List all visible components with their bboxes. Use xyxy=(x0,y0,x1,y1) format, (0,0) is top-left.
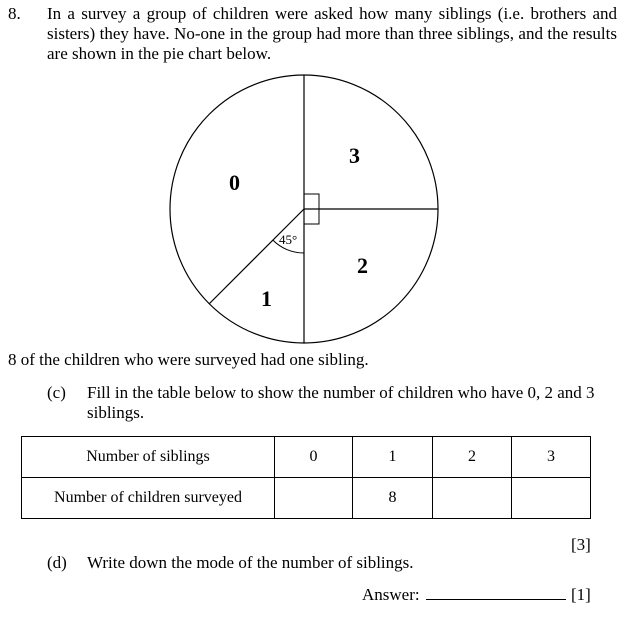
slice-label-2: 2 xyxy=(357,253,368,278)
slice-label-0: 0 xyxy=(229,170,240,195)
slice-label-1: 1 xyxy=(261,286,272,311)
statement: 8 of the children who were surveyed had … xyxy=(8,350,369,369)
answer-row: Answer: xyxy=(362,585,566,605)
children-cell-1: 8 xyxy=(352,477,433,519)
children-cell-2[interactable] xyxy=(432,477,512,519)
part-d-letter: (d) xyxy=(47,553,67,572)
slice-label-3: 3 xyxy=(349,143,360,168)
siblings-cell-2: 2 xyxy=(432,436,512,478)
row-header-siblings: Number of siblings xyxy=(21,436,275,478)
siblings-cell-3: 3 xyxy=(511,436,591,478)
answer-label: Answer: xyxy=(362,585,420,604)
part-c-letter: (c) xyxy=(47,383,66,402)
row-header-children: Number of children surveyed xyxy=(21,477,275,519)
siblings-cell-1: 1 xyxy=(352,436,433,478)
children-cell-3[interactable] xyxy=(511,477,591,519)
answer-field[interactable] xyxy=(425,585,566,600)
part-c-text: Fill in the table below to show the numb… xyxy=(87,383,595,422)
marks-part-c: [3] xyxy=(571,535,591,554)
marks-part-d: [1] xyxy=(571,585,591,604)
pie-radius-135 xyxy=(208,208,305,305)
table-row-children: Number of children surveyed 8 xyxy=(21,477,591,519)
pie-chart: 45° 0 3 2 1 xyxy=(169,74,439,344)
siblings-table: Number of siblings 0 1 2 3 Number of chi… xyxy=(21,436,591,519)
table-row-siblings: Number of siblings 0 1 2 3 xyxy=(21,436,591,478)
children-cell-0[interactable] xyxy=(274,477,353,519)
angle-label-45: 45° xyxy=(279,232,297,247)
part-d-text: Write down the mode of the number of sib… xyxy=(87,553,414,572)
siblings-cell-0: 0 xyxy=(274,436,353,478)
